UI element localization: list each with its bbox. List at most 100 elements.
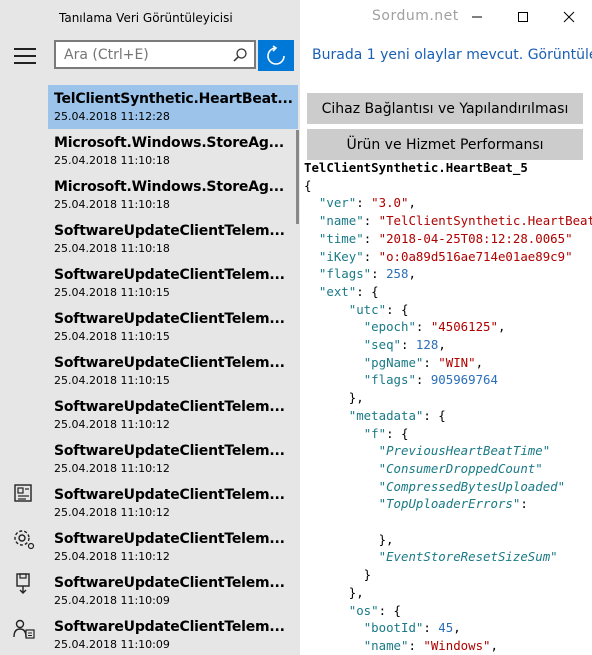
json-token: : bbox=[415, 319, 431, 335]
list-item[interactable]: SoftwareUpdateClientTelem... 25.04.2018 1… bbox=[48, 261, 298, 305]
product-performance-button[interactable]: Ürün ve Hizmet Performansı bbox=[307, 129, 583, 160]
json-token: "f" bbox=[363, 425, 387, 441]
json-token: "Windows" bbox=[423, 637, 491, 653]
list-item[interactable]: SoftwareUpdateClientTelem... 25.04.2018 1… bbox=[48, 349, 298, 393]
json-token: "2018-04-25T08:12:28.0065" bbox=[378, 230, 573, 246]
json-line: "bootId": 45, bbox=[304, 619, 461, 637]
json-token: "CompressedBytesUploaded" bbox=[378, 478, 566, 494]
event-timestamp: 25.04.2018 11:12:28 bbox=[54, 110, 170, 123]
json-token: "o:0a89d516ae714e01ae89c9" bbox=[378, 248, 573, 264]
json-token: "EventStoreResetSizeSum" bbox=[378, 549, 558, 565]
event-name: SoftwareUpdateClientTelem... bbox=[54, 267, 285, 283]
refresh-button[interactable] bbox=[258, 40, 294, 71]
json-token: "WIN" bbox=[438, 354, 476, 370]
json-token: "os" bbox=[348, 602, 379, 618]
event-timestamp: 25.04.2018 11:10:15 bbox=[54, 286, 170, 299]
event-timestamp: 25.04.2018 11:10:18 bbox=[54, 242, 170, 255]
search-icon[interactable] bbox=[232, 47, 248, 63]
event-name: SoftwareUpdateClientTelem... bbox=[54, 443, 285, 459]
sidebar: TelClientSynthetic.HeartBeat... 25.04.201… bbox=[0, 33, 300, 655]
json-token: : bbox=[520, 496, 536, 512]
json-line: "f": { bbox=[304, 425, 409, 443]
export-data-icon[interactable] bbox=[12, 571, 36, 595]
json-token: }, bbox=[304, 531, 394, 547]
event-json-viewer: TelClientSynthetic.HeartBeat_5 { "ver": … bbox=[304, 159, 592, 655]
json-token: : bbox=[415, 372, 431, 388]
list-item[interactable]: SoftwareUpdateClientTelem... 25.04.2018 1… bbox=[48, 481, 298, 525]
json-token: "utc" bbox=[348, 301, 387, 317]
event-title: TelClientSynthetic.HeartBeat_5 bbox=[304, 160, 528, 175]
json-token: , bbox=[475, 354, 484, 370]
event-timestamp: 25.04.2018 11:10:09 bbox=[54, 638, 170, 651]
json-token: , bbox=[408, 195, 416, 211]
json-line: } bbox=[304, 566, 371, 584]
maximize-icon bbox=[518, 11, 528, 22]
close-button[interactable] bbox=[546, 0, 592, 33]
list-item[interactable]: TelClientSynthetic.HeartBeat... 25.04.201… bbox=[48, 85, 298, 129]
close-icon bbox=[563, 11, 575, 22]
json-line: { bbox=[304, 177, 311, 195]
json-token: "3.0" bbox=[371, 195, 409, 211]
json-line: "ext": { bbox=[304, 283, 379, 301]
json-token: , bbox=[490, 637, 498, 653]
event-timestamp: 25.04.2018 11:10:12 bbox=[54, 506, 170, 519]
json-line: "ver": "3.0", bbox=[304, 194, 416, 212]
json-token: "seq" bbox=[363, 337, 401, 352]
window-title: Tanılama Veri Görüntüleyicisi bbox=[59, 11, 233, 25]
json-line: "epoch": "4506125", bbox=[304, 318, 506, 336]
event-name: Microsoft.Windows.StoreAg... bbox=[54, 179, 285, 195]
event-timestamp: 25.04.2018 11:10:15 bbox=[54, 330, 170, 343]
settings-gear-icon[interactable] bbox=[12, 527, 36, 551]
json-token: : { bbox=[356, 283, 379, 299]
refresh-icon bbox=[267, 44, 285, 65]
device-info-icon[interactable] bbox=[12, 481, 36, 505]
minimize-button[interactable] bbox=[454, 0, 500, 33]
maximize-button[interactable] bbox=[500, 0, 546, 33]
watermark-logo: Sordum.net bbox=[372, 8, 459, 24]
event-timestamp: 25.04.2018 11:10:15 bbox=[54, 374, 170, 387]
json-line: "CompressedBytesUploaded" bbox=[304, 478, 566, 496]
list-item[interactable]: Microsoft.Windows.StoreAg... 25.04.2018 1… bbox=[48, 173, 298, 217]
list-item[interactable]: SoftwareUpdateClientTelem... 25.04.2018 1… bbox=[48, 525, 298, 569]
list-item[interactable]: SoftwareUpdateClientTelem... 25.04.2018 1… bbox=[48, 437, 298, 481]
hamburger-menu-icon[interactable] bbox=[14, 48, 36, 64]
json-token: , bbox=[453, 620, 461, 636]
scrollbar-thumb[interactable] bbox=[296, 130, 299, 224]
event-timestamp: 25.04.2018 11:10:12 bbox=[54, 418, 170, 431]
json-token: : bbox=[363, 230, 379, 246]
search-box[interactable] bbox=[54, 40, 256, 69]
list-item[interactable]: SoftwareUpdateClientTelem... 25.04.2018 1… bbox=[48, 217, 298, 261]
new-events-banner[interactable]: Burada 1 yeni olaylar mevcut. Görüntülem… bbox=[312, 47, 592, 63]
json-line: "name": "Windows", bbox=[304, 637, 498, 655]
search-input[interactable] bbox=[64, 47, 224, 63]
list-item[interactable]: SoftwareUpdateClientTelem... 25.04.2018 1… bbox=[48, 613, 298, 655]
event-timestamp: 25.04.2018 11:10:12 bbox=[54, 550, 170, 563]
list-item[interactable]: Microsoft.Windows.StoreAg... 25.04.2018 1… bbox=[48, 129, 298, 173]
json-line: "flags": 258, bbox=[304, 265, 416, 283]
list-item[interactable]: SoftwareUpdateClientTelem... 25.04.2018 1… bbox=[48, 569, 298, 613]
event-name: SoftwareUpdateClientTelem... bbox=[54, 399, 285, 415]
json-token: , bbox=[497, 319, 506, 335]
json-token: : bbox=[371, 266, 387, 282]
list-item[interactable]: SoftwareUpdateClientTelem... 25.04.2018 1… bbox=[48, 393, 298, 437]
json-token: , bbox=[408, 266, 416, 282]
list-item[interactable]: SoftwareUpdateClientTelem... 25.04.2018 1… bbox=[48, 305, 298, 349]
feedback-user-icon[interactable] bbox=[12, 617, 36, 641]
device-connectivity-button[interactable]: Cihaz Bağlantısı ve Yapılandırılması bbox=[307, 93, 583, 124]
json-token: "ver" bbox=[318, 195, 357, 211]
event-name: Microsoft.Windows.StoreAg... bbox=[54, 135, 285, 151]
json-line: "iKey": "o:0a89d516ae714e01ae89c9" bbox=[304, 248, 573, 266]
json-token: "flags" bbox=[318, 266, 372, 282]
